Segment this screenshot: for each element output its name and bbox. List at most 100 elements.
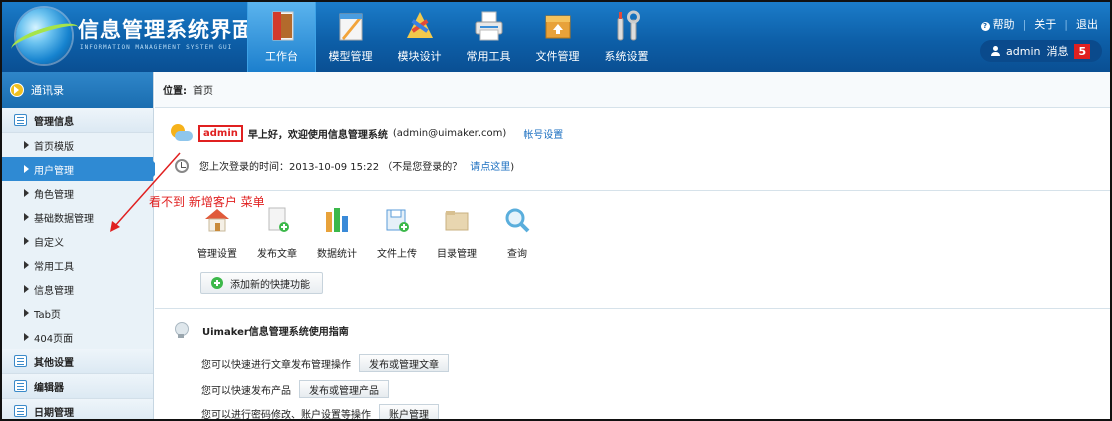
add-shortcut-label: 添加新的快捷功能 xyxy=(230,279,310,291)
quick-actions: 管理设置 发布文章 数据统计 文件上传 目录管理 查询 xyxy=(195,206,539,260)
quick-label: 文件上传 xyxy=(377,249,417,260)
sidebar-item-common-tools[interactable]: 常用工具 xyxy=(2,253,153,277)
user-bar: admin 消息 5 xyxy=(980,40,1102,62)
sidebar-item-tab-page[interactable]: Tab页 xyxy=(2,301,153,325)
logout-link[interactable]: 退出 xyxy=(1076,16,1098,32)
stats-icon xyxy=(326,208,348,232)
add-shortcut-button[interactable]: 添加新的快捷功能 xyxy=(200,272,323,294)
quick-label: 发布文章 xyxy=(257,249,297,260)
list-icon xyxy=(14,114,27,126)
box-icon xyxy=(545,15,571,39)
sidebar-item-custom[interactable]: 自定义 xyxy=(2,229,153,253)
sidebar-item-404-page[interactable]: 404页面 xyxy=(2,325,153,349)
edit-icon xyxy=(14,380,27,392)
separator: | xyxy=(1022,17,1027,31)
account-management-button[interactable]: 账户管理 xyxy=(379,404,439,419)
sidebar: 通讯录 管理信息 首页模版 用户管理 角色管理 基础数据管理 自定义 常用工具 … xyxy=(2,72,161,419)
quick-file-upload[interactable]: 文件上传 xyxy=(375,206,419,260)
welcome-greeting: 早上好，欢迎使用信息管理系统 xyxy=(247,129,388,141)
guide-row: 您可以快速进行文章发布管理操作 发布或管理文章 xyxy=(201,354,449,372)
account-settings-link[interactable]: 帐号设置 xyxy=(523,126,563,141)
separator: | xyxy=(1064,17,1068,31)
nav-label: 文件管理 xyxy=(535,50,580,63)
app-title: 信息管理系统界面 xyxy=(78,18,254,42)
sidebar-item-user-management[interactable]: 用户管理 xyxy=(2,157,161,181)
nav-label: 系统设置 xyxy=(604,50,649,63)
sidebar-item-home-template[interactable]: 首页模版 xyxy=(2,133,153,157)
section-label: 日期管理 xyxy=(34,407,74,419)
help-link[interactable]: ? 帮助 xyxy=(980,16,1015,32)
sidebar-section-date-management[interactable]: 日期管理 xyxy=(2,399,153,419)
last-login-close: ) xyxy=(510,162,515,173)
guide-row: 您可以快速发布产品 发布或管理产品 xyxy=(201,380,389,398)
welcome-line: admin 早上好，欢迎使用信息管理系统 (admin@uimaker.com)… xyxy=(171,124,563,142)
quick-manage-settings[interactable]: 管理设置 xyxy=(195,206,239,260)
messages-count-badge[interactable]: 5 xyxy=(1074,43,1091,59)
plus-icon xyxy=(211,277,223,289)
quick-publish-article[interactable]: 发布文章 xyxy=(255,206,299,260)
nav-item-workbench[interactable]: 工作台 xyxy=(247,2,316,72)
upload-icon xyxy=(386,209,409,232)
divider xyxy=(155,308,1110,309)
doc-add-icon xyxy=(268,207,289,232)
sidebar-section-manage-info[interactable]: 管理信息 xyxy=(2,108,153,133)
quick-label: 目录管理 xyxy=(437,249,477,260)
quick-label: 管理设置 xyxy=(197,249,237,260)
nav-label: 模块设计 xyxy=(397,50,442,63)
guide-title: Uimaker信息管理系统使用指南 xyxy=(175,322,349,338)
sidebar-head-contacts[interactable]: 通讯录 xyxy=(2,72,153,108)
nav-item-files[interactable]: 文件管理 xyxy=(523,2,592,72)
publish-article-button[interactable]: 发布或管理文章 xyxy=(359,354,449,372)
messages-link[interactable]: 消息 xyxy=(1046,43,1068,59)
sidebar-item-role-management[interactable]: 角色管理 xyxy=(2,181,153,205)
wrench-icon xyxy=(617,10,640,41)
breadcrumb-current[interactable]: 首页 xyxy=(193,82,213,97)
divider xyxy=(155,190,1110,191)
screenshot-frame: 信息管理系统界面 INFORMATION MANAGEMENT SYSTEM G… xyxy=(0,0,1112,421)
logo: 信息管理系统界面 INFORMATION MANAGEMENT SYSTEM G… xyxy=(2,2,254,72)
nav-item-settings[interactable]: 系统设置 xyxy=(592,2,661,72)
user-icon xyxy=(990,46,1000,56)
book-icon xyxy=(272,11,294,41)
section-label: 其他设置 xyxy=(34,357,74,369)
search-icon xyxy=(505,208,530,233)
weather-sun-icon xyxy=(171,124,193,142)
app-subtitle: INFORMATION MANAGEMENT SYSTEM GUI xyxy=(80,44,233,51)
main-content: 位置: 首页 admin 早上好，欢迎使用信息管理系统 (admin@uimak… xyxy=(155,72,1110,419)
quick-label: 数据统计 xyxy=(317,249,357,260)
help-icon: ? xyxy=(980,22,990,31)
sidebar-section-other-settings[interactable]: 其他设置 xyxy=(2,349,153,374)
chat-icon xyxy=(14,355,27,367)
quick-search[interactable]: 查询 xyxy=(495,206,539,260)
tools-icon xyxy=(407,12,433,38)
nav-label: 常用工具 xyxy=(466,50,511,63)
nav-item-tools[interactable]: 常用工具 xyxy=(454,2,523,72)
nav-item-model[interactable]: 模型管理 xyxy=(316,2,385,72)
calendar-icon xyxy=(14,405,27,417)
username[interactable]: admin xyxy=(1006,45,1040,58)
guide-row-text: 您可以进行密码修改、账户设置等操作 xyxy=(201,409,371,421)
quick-directory[interactable]: 目录管理 xyxy=(435,206,479,260)
model-icon xyxy=(339,13,363,41)
nav-item-module-design[interactable]: 模块设计 xyxy=(385,2,454,72)
guide-row-text: 您可以快速发布产品 xyxy=(201,385,291,397)
annotation-note: 看不到 新增客户 菜单 xyxy=(149,195,265,209)
nav-label: 工作台 xyxy=(265,50,298,63)
guide-row-text: 您可以快速进行文章发布管理操作 xyxy=(201,359,351,371)
breadcrumb: 位置: 首页 xyxy=(155,72,1110,108)
top-links: ? 帮助 | 关于 | 退出 xyxy=(980,16,1098,32)
about-link[interactable]: 关于 xyxy=(1034,16,1056,32)
sidebar-section-editor[interactable]: 编辑器 xyxy=(2,374,153,399)
printer-icon xyxy=(475,11,503,41)
sidebar-item-base-data[interactable]: 基础数据管理 xyxy=(2,205,153,229)
welcome-username: admin xyxy=(198,124,243,142)
sidebar-head-label: 通讯录 xyxy=(31,84,64,97)
click-here-link[interactable]: 请点这里 xyxy=(470,162,510,173)
last-login-line: 您上次登录的时间：2013-10-09 15:22 （不是您登录的？ 请点这里) xyxy=(175,158,514,173)
top-header: 信息管理系统界面 INFORMATION MANAGEMENT SYSTEM G… xyxy=(2,2,1110,72)
section-label: 管理信息 xyxy=(34,116,74,128)
publish-product-button[interactable]: 发布或管理产品 xyxy=(299,380,389,398)
play-circle-icon xyxy=(10,83,24,97)
sidebar-item-info-management[interactable]: 信息管理 xyxy=(2,277,153,301)
quick-statistics[interactable]: 数据统计 xyxy=(315,206,359,260)
